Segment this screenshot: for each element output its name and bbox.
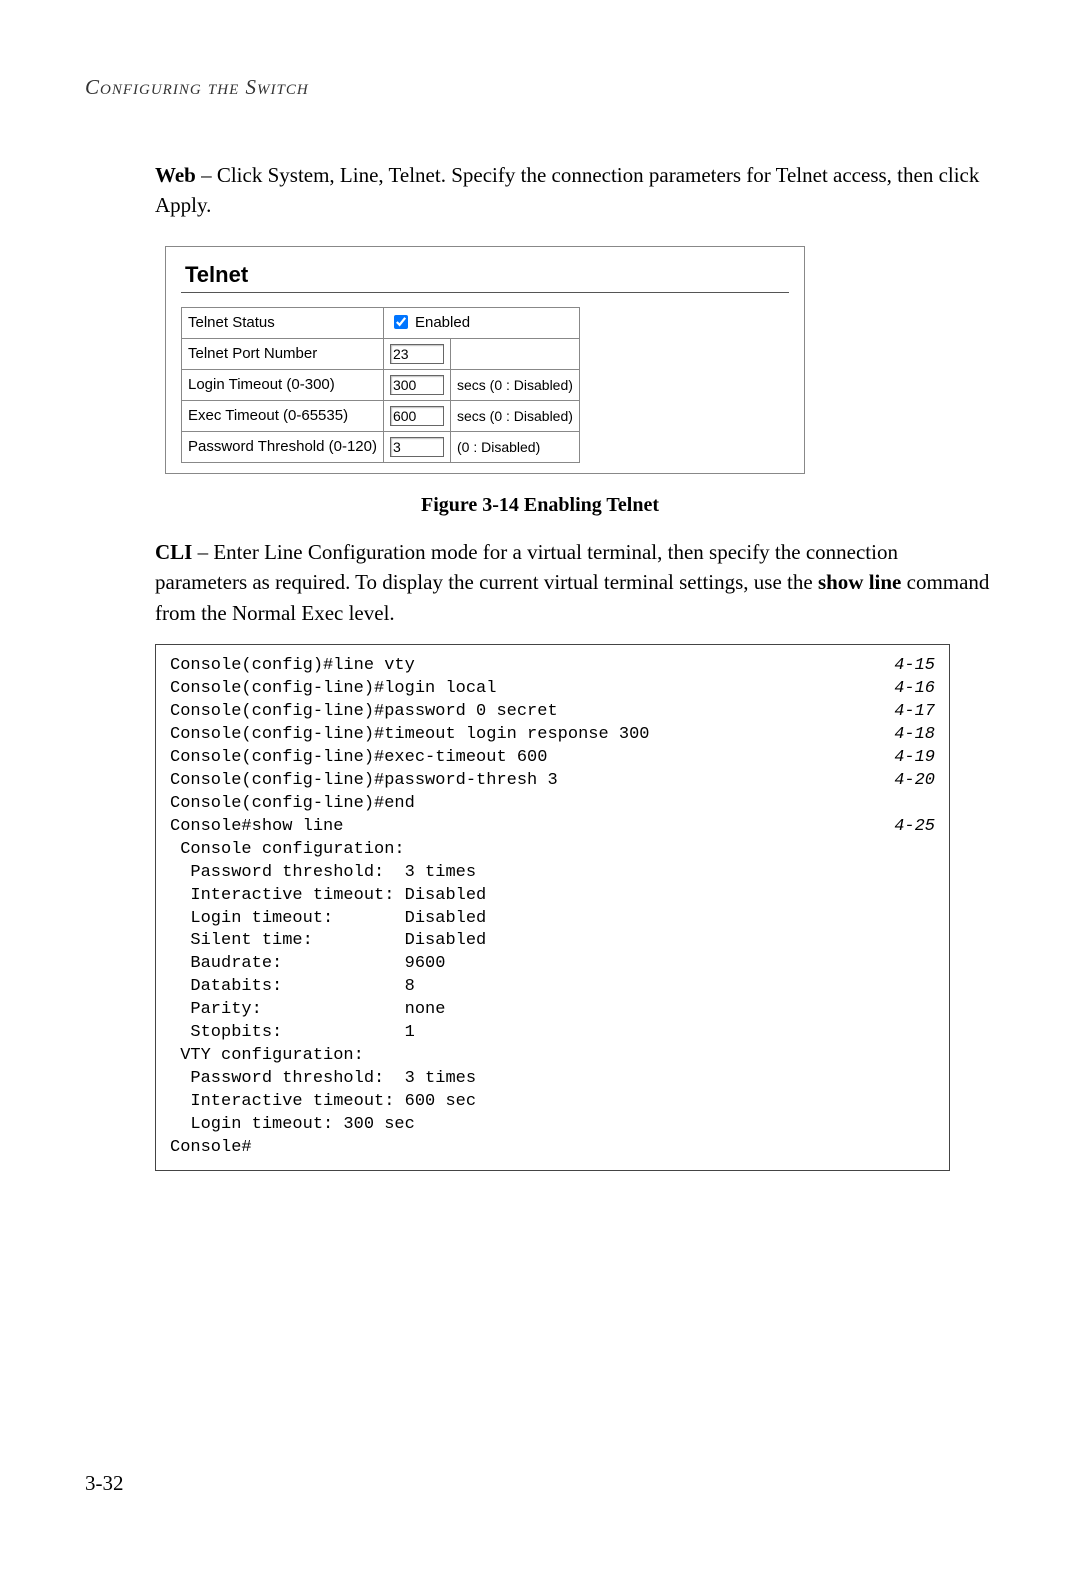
cli-line: Console(config)#line vty 4-15: [170, 655, 935, 678]
row-label: Exec Timeout (0-65535): [182, 400, 384, 431]
cli-line: Console#: [170, 1137, 935, 1160]
cli-line: Databits: 8: [170, 976, 935, 999]
cli-ref: 4-25: [894, 816, 935, 839]
cli-line: Console(config-line)#password 0 secret 4-…: [170, 701, 935, 724]
cli-cmd: Console#: [170, 1137, 252, 1160]
telnet-port-input[interactable]: [390, 344, 444, 364]
cli-line: Console(config-line)#timeout login respo…: [170, 724, 935, 747]
cli-cmd: Console#show line: [170, 816, 343, 839]
cli-cmd: Password threshold: 3 times: [170, 1068, 476, 1091]
cli-line: Interactive timeout: 600 sec: [170, 1091, 935, 1114]
telnet-title: Telnet: [181, 262, 789, 288]
row-label: Password Threshold (0-120): [182, 431, 384, 462]
cli-cmd: Console(config)#line vty: [170, 655, 415, 678]
table-row: Telnet Status Enabled: [182, 307, 580, 338]
cli-output-box: Console(config)#line vty4-15Console(conf…: [155, 644, 950, 1171]
cli-line: Console(config-line)#exec-timeout 600 4-1…: [170, 747, 935, 770]
cli-cmd: Console(config-line)#password 0 secret: [170, 701, 558, 724]
table-row: Exec Timeout (0-65535) secs (0 : Disable…: [182, 400, 580, 431]
cli-bold: show line: [818, 570, 901, 594]
cli-line: Console(config-line)#login local 4-16: [170, 678, 935, 701]
telnet-status-checkbox[interactable]: [394, 315, 408, 329]
cli-line: Silent time: Disabled: [170, 930, 935, 953]
row-label: Telnet Port Number: [182, 338, 384, 369]
web-paragraph: Web – Click System, Line, Telnet. Specif…: [155, 160, 995, 221]
cli-cmd: Console(config-line)#login local: [170, 678, 496, 701]
checkbox-text: Enabled: [415, 314, 470, 331]
cli-line: VTY configuration:: [170, 1045, 935, 1068]
cli-line: Baudrate: 9600: [170, 953, 935, 976]
web-prefix: Web: [155, 163, 196, 187]
exec-timeout-input[interactable]: [390, 406, 444, 426]
cli-cmd: Parity: none: [170, 999, 445, 1022]
cli-line: Login timeout: 300 sec: [170, 1114, 935, 1137]
cli-paragraph: CLI – Enter Line Configuration mode for …: [155, 537, 995, 628]
cli-cmd: Login timeout: Disabled: [170, 908, 486, 931]
table-row: Login Timeout (0-300) secs (0 : Disabled…: [182, 369, 580, 400]
login-timeout-input[interactable]: [390, 375, 444, 395]
cli-cmd: Console(config-line)#password-thresh 3: [170, 770, 558, 793]
page-number: 3-32: [85, 1471, 995, 1496]
cli-line: Console#show line 4-25: [170, 816, 935, 839]
cli-ref: 4-18: [894, 724, 935, 747]
row-input-cell: [383, 338, 450, 369]
cli-ref: 4-16: [894, 678, 935, 701]
telnet-screenshot: Telnet Telnet Status Enabled Telnet Port…: [165, 246, 805, 474]
cli-cmd: Console configuration:: [170, 839, 405, 862]
cli-line: Console(config-line)#password-thresh 3 4-…: [170, 770, 935, 793]
cli-line: Console configuration:: [170, 839, 935, 862]
cli-cmd: Console(config-line)#exec-timeout 600: [170, 747, 547, 770]
row-label: Login Timeout (0-300): [182, 369, 384, 400]
web-text: – Click System, Line, Telnet. Specify th…: [155, 163, 979, 217]
page-header: Configuring the Switch: [85, 75, 995, 100]
row-label: Telnet Status: [182, 307, 384, 338]
cli-ref: 4-15: [894, 655, 935, 678]
cli-line: Password threshold: 3 times: [170, 862, 935, 885]
cli-line: Login timeout: Disabled: [170, 908, 935, 931]
figure-caption: Figure 3-14 Enabling Telnet: [85, 494, 995, 517]
cli-cmd: Console(config-line)#end: [170, 793, 415, 816]
cli-ref: 4-20: [894, 770, 935, 793]
cli-ref: 4-19: [894, 747, 935, 770]
row-input-cell: [383, 431, 450, 462]
cli-line: Console(config-line)#end: [170, 793, 935, 816]
cli-line: Stopbits: 1: [170, 1022, 935, 1045]
cli-cmd: Databits: 8: [170, 976, 415, 999]
cli-cmd: Console(config-line)#timeout login respo…: [170, 724, 649, 747]
password-threshold-input[interactable]: [390, 437, 444, 457]
table-row: Telnet Port Number: [182, 338, 580, 369]
cli-cmd: Interactive timeout: Disabled: [170, 885, 486, 908]
row-input-cell: [383, 369, 450, 400]
row-hint: secs (0 : Disabled): [450, 369, 579, 400]
row-input-cell: [383, 400, 450, 431]
telnet-table: Telnet Status Enabled Telnet Port Number…: [181, 307, 580, 463]
table-row: Password Threshold (0-120) (0 : Disabled…: [182, 431, 580, 462]
row-hint: (0 : Disabled): [450, 431, 579, 462]
cli-prefix: CLI: [155, 540, 192, 564]
cli-text-before: – Enter Line Configuration mode for a vi…: [155, 540, 898, 594]
cli-cmd: Login timeout: 300 sec: [170, 1114, 415, 1137]
cli-ref: 4-17: [894, 701, 935, 724]
row-hint: [450, 338, 579, 369]
cli-cmd: Silent time: Disabled: [170, 930, 486, 953]
row-value: Enabled: [383, 307, 579, 338]
row-hint: secs (0 : Disabled): [450, 400, 579, 431]
cli-line: Password threshold: 3 times: [170, 1068, 935, 1091]
cli-cmd: VTY configuration:: [170, 1045, 364, 1068]
cli-line: Interactive timeout: Disabled: [170, 885, 935, 908]
cli-cmd: Password threshold: 3 times: [170, 862, 476, 885]
telnet-divider: [181, 292, 789, 293]
cli-line: Parity: none: [170, 999, 935, 1022]
cli-cmd: Interactive timeout: 600 sec: [170, 1091, 476, 1114]
cli-cmd: Baudrate: 9600: [170, 953, 445, 976]
cli-cmd: Stopbits: 1: [170, 1022, 415, 1045]
